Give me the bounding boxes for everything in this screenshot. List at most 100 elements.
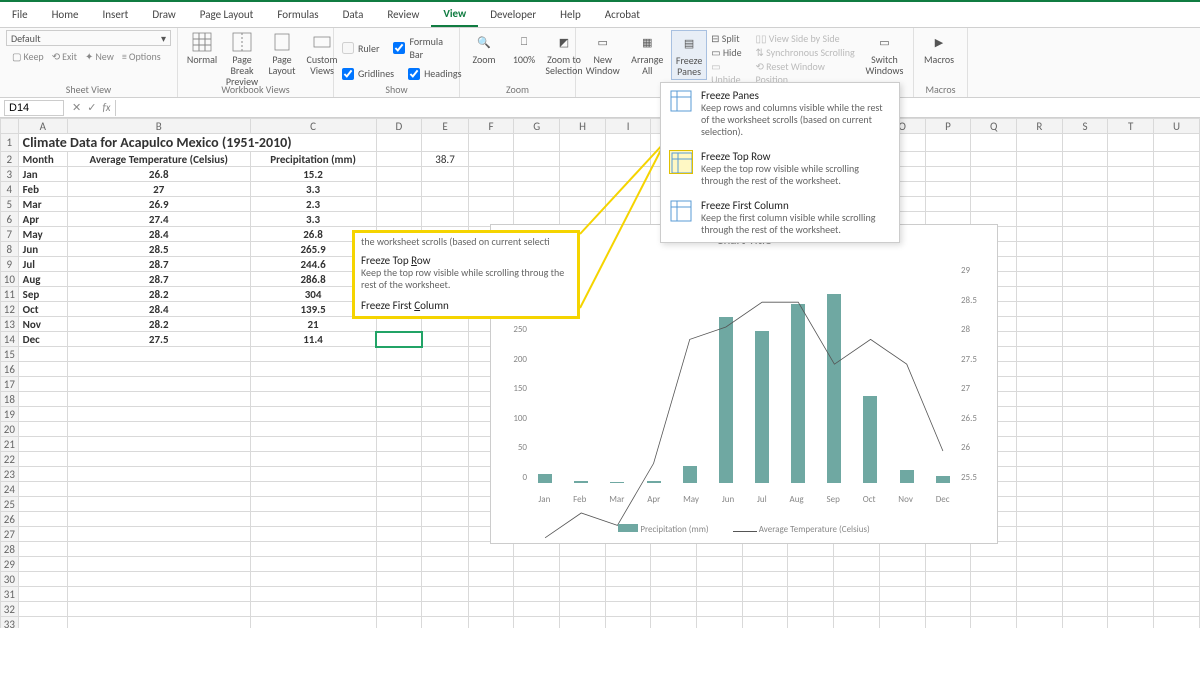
cell-U6[interactable] [1154, 212, 1200, 227]
cell-D32[interactable] [376, 602, 422, 617]
cell-E28[interactable] [422, 542, 468, 557]
cell-U11[interactable] [1154, 287, 1200, 302]
arrange-all-button[interactable]: ▦Arrange All [627, 30, 667, 78]
cell-U21[interactable] [1154, 437, 1200, 452]
cell-F29[interactable] [468, 557, 514, 572]
cell-P1[interactable] [925, 134, 971, 152]
cell-E25[interactable] [422, 497, 468, 512]
cell-C15[interactable] [250, 347, 376, 362]
formula-buttons[interactable]: ✕✓fx [68, 101, 115, 114]
cell-B4[interactable]: 27 [67, 182, 250, 197]
cell-C22[interactable] [250, 452, 376, 467]
cell-S30[interactable] [1062, 572, 1108, 587]
cell-Q2[interactable] [971, 152, 1017, 167]
col-header-T[interactable]: T [1108, 119, 1154, 134]
row-header-2[interactable]: 2 [1, 152, 19, 167]
cell-P5[interactable] [925, 197, 971, 212]
cell-U4[interactable] [1154, 182, 1200, 197]
cell-R13[interactable] [1017, 317, 1063, 332]
cell-I3[interactable] [605, 167, 651, 182]
switch-windows-button[interactable]: ▭Switch Windows [862, 30, 907, 78]
cell-T31[interactable] [1108, 587, 1154, 602]
cell-I5[interactable] [605, 197, 651, 212]
row-header-6[interactable]: 6 [1, 212, 19, 227]
cell-S20[interactable] [1062, 422, 1108, 437]
col-header-E[interactable]: E [422, 119, 468, 134]
menu-tab-insert[interactable]: Insert [91, 2, 141, 27]
cell-S22[interactable] [1062, 452, 1108, 467]
menu-tab-file[interactable]: File [0, 2, 40, 27]
cell-B12[interactable]: 28.4 [67, 302, 250, 317]
cell-T19[interactable] [1108, 407, 1154, 422]
cell-T14[interactable] [1108, 332, 1154, 347]
cell-A30[interactable] [18, 572, 67, 587]
cell-A9[interactable]: Jul [18, 257, 67, 272]
cell-S5[interactable] [1062, 197, 1108, 212]
cell-C1[interactable]: Climate Data for Acapulco Mexico (1951-2… [18, 134, 376, 152]
cell-P2[interactable] [925, 152, 971, 167]
cell-U27[interactable] [1154, 527, 1200, 542]
cell-S6[interactable] [1062, 212, 1108, 227]
cell-R18[interactable] [1017, 392, 1063, 407]
cell-B7[interactable]: 28.4 [67, 227, 250, 242]
cell-B24[interactable] [67, 482, 250, 497]
sidebyside-button[interactable]: ▯▯ View Side by Side [756, 32, 858, 45]
col-header-G[interactable]: G [514, 119, 560, 134]
cell-C27[interactable] [250, 527, 376, 542]
col-header-H[interactable]: H [560, 119, 606, 134]
cell-B32[interactable] [67, 602, 250, 617]
cell-D6[interactable] [376, 212, 422, 227]
cell-E17[interactable] [422, 377, 468, 392]
cell-A16[interactable] [18, 362, 67, 377]
cell-R10[interactable] [1017, 272, 1063, 287]
cell-A13[interactable]: Nov [18, 317, 67, 332]
menu-tab-formulas[interactable]: Formulas [265, 2, 330, 27]
col-header-I[interactable]: I [605, 119, 651, 134]
cell-U22[interactable] [1154, 452, 1200, 467]
cell-R1[interactable] [1017, 134, 1063, 152]
cell-E5[interactable] [422, 197, 468, 212]
cell-U2[interactable] [1154, 152, 1200, 167]
cell-A22[interactable] [18, 452, 67, 467]
row-header-10[interactable]: 10 [1, 272, 19, 287]
cell-E27[interactable] [422, 527, 468, 542]
cell-Q32[interactable] [971, 602, 1017, 617]
cell-S8[interactable] [1062, 242, 1108, 257]
cell-B26[interactable] [67, 512, 250, 527]
cell-Q29[interactable] [971, 557, 1017, 572]
cell-B13[interactable]: 28.2 [67, 317, 250, 332]
cell-U33[interactable] [1154, 617, 1200, 629]
col-header-R[interactable]: R [1017, 119, 1063, 134]
cell-C23[interactable] [250, 467, 376, 482]
gridlines-check[interactable]: Gridlines [340, 66, 396, 81]
menu-tab-help[interactable]: Help [548, 2, 593, 27]
cell-F31[interactable] [468, 587, 514, 602]
col-header-U[interactable]: U [1154, 119, 1200, 134]
row-header-31[interactable]: 31 [1, 587, 19, 602]
cell-B28[interactable] [67, 542, 250, 557]
cell-Q31[interactable] [971, 587, 1017, 602]
col-header-F[interactable]: F [468, 119, 514, 134]
cell-C6[interactable]: 3.3 [250, 212, 376, 227]
cell-F4[interactable] [468, 182, 514, 197]
cell-H3[interactable] [560, 167, 606, 182]
cell-B29[interactable] [67, 557, 250, 572]
cell-T9[interactable] [1108, 257, 1154, 272]
menu-tab-home[interactable]: Home [40, 2, 91, 27]
cell-C31[interactable] [250, 587, 376, 602]
cell-A25[interactable] [18, 497, 67, 512]
cell-T12[interactable] [1108, 302, 1154, 317]
cell-S12[interactable] [1062, 302, 1108, 317]
cell-D29[interactable] [376, 557, 422, 572]
cell-C16[interactable] [250, 362, 376, 377]
row-header-13[interactable]: 13 [1, 317, 19, 332]
cell-T2[interactable] [1108, 152, 1154, 167]
row-header-19[interactable]: 19 [1, 407, 19, 422]
cell-D27[interactable] [376, 527, 422, 542]
headings-check[interactable]: Headings [406, 66, 463, 81]
row-header-29[interactable]: 29 [1, 557, 19, 572]
row-header-14[interactable]: 14 [1, 332, 19, 347]
cell-R12[interactable] [1017, 302, 1063, 317]
row-header-32[interactable]: 32 [1, 602, 19, 617]
cell-I4[interactable] [605, 182, 651, 197]
